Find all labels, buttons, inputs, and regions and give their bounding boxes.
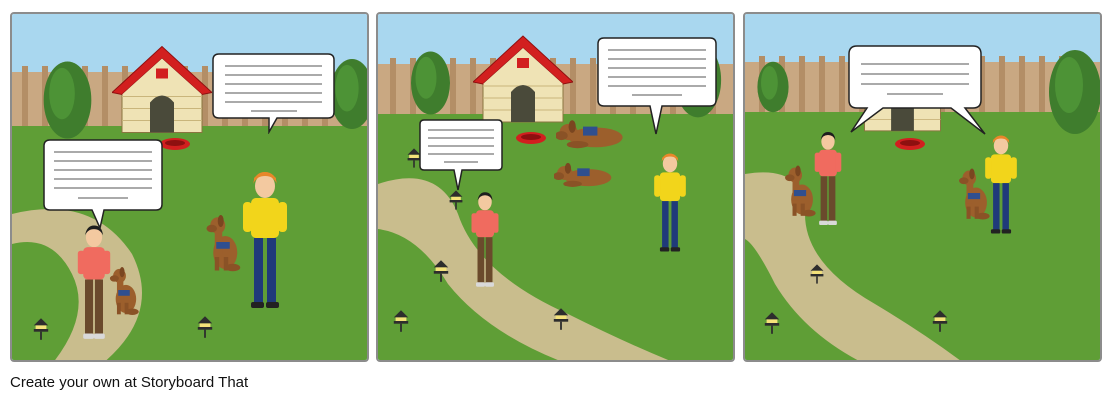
speech-bubble-red-panel-1: [43, 139, 163, 230]
speech-bubble-red-panel-2: [419, 119, 503, 191]
panel-3: [743, 12, 1102, 362]
storyboard-credit: Create your own at Storyboard That: [10, 374, 249, 391]
speech-bubble-panel-3: [848, 45, 986, 135]
panel-2: [376, 12, 735, 362]
speech-bubble-yellow-panel-1: [212, 53, 335, 134]
speech-bubble-yellow-panel-2: [597, 37, 717, 135]
panel-1: [10, 12, 369, 362]
